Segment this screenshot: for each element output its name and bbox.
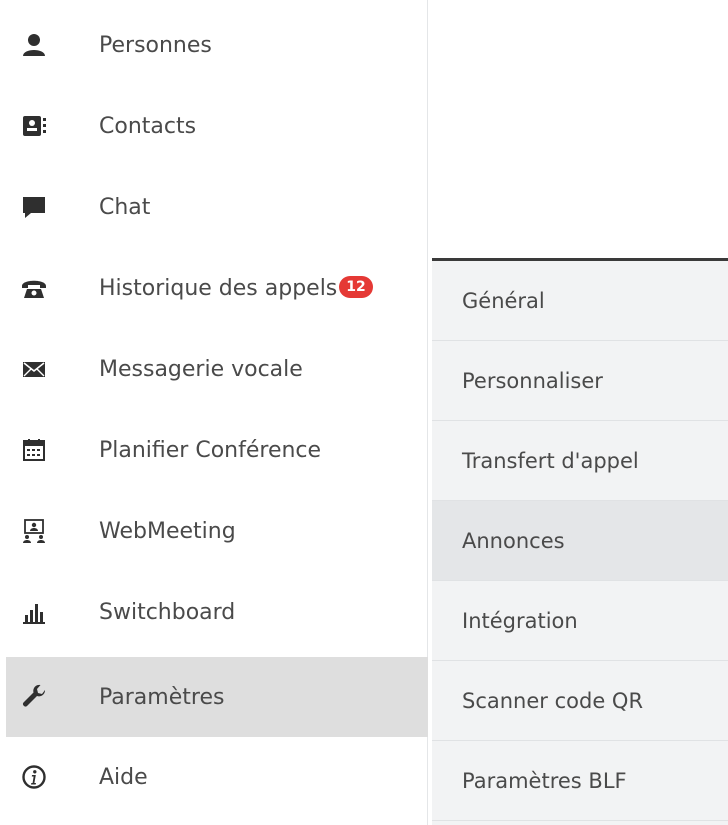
sidebar-nav: Personnes Contacts Chat Historique des a… xyxy=(0,0,428,825)
sidebar-item-label: Aide xyxy=(99,764,148,790)
submenu-item-scanner-qr[interactable]: Scanner code QR xyxy=(432,661,728,741)
envelope-icon xyxy=(20,355,48,383)
wrench-icon xyxy=(20,683,48,711)
chat-bubble-icon xyxy=(20,193,48,221)
bar-chart-icon xyxy=(20,598,48,626)
sidebar-item-parametres[interactable]: Paramètres xyxy=(6,657,428,737)
telephone-icon xyxy=(20,274,48,302)
submenu-item-integration[interactable]: Intégration xyxy=(432,581,728,661)
sidebar-item-contacts[interactable]: Contacts xyxy=(6,86,428,166)
submenu-item-transfert[interactable]: Transfert d'appel xyxy=(432,421,728,501)
sidebar-item-messagerie[interactable]: Messagerie vocale xyxy=(6,329,428,409)
sidebar-item-planifier[interactable]: Planifier Conférence xyxy=(6,410,428,490)
webmeeting-icon xyxy=(20,517,48,545)
sidebar-item-label: Paramètres xyxy=(99,684,225,710)
sidebar-item-label: Historique des appels 12 xyxy=(99,275,373,301)
sidebar-item-label: Planifier Conférence xyxy=(99,437,322,463)
sidebar-item-label: Chat xyxy=(99,194,151,220)
submenu-item-annonces[interactable]: Annonces xyxy=(432,501,728,581)
sidebar-item-chat[interactable]: Chat xyxy=(6,167,428,247)
person-icon xyxy=(20,31,48,59)
sidebar-item-aide[interactable]: Aide xyxy=(6,737,428,817)
sidebar-item-label: Personnes xyxy=(99,32,212,58)
submenu-item-blf[interactable]: Paramètres BLF xyxy=(432,741,728,821)
sidebar-item-switchboard[interactable]: Switchboard xyxy=(6,572,428,652)
sidebar-item-label: Messagerie vocale xyxy=(99,356,303,382)
missed-calls-badge: 12 xyxy=(339,275,373,298)
sidebar-item-historique[interactable]: Historique des appels 12 xyxy=(6,248,428,328)
sidebar-item-label: Contacts xyxy=(99,113,197,139)
address-book-icon xyxy=(20,112,48,140)
calendar-icon xyxy=(20,436,48,464)
sidebar-item-webmeeting[interactable]: WebMeeting xyxy=(6,491,428,571)
sidebar-item-label: Switchboard xyxy=(99,599,236,625)
submenu-item-general[interactable]: Général xyxy=(432,261,728,341)
sidebar-item-personnes[interactable]: Personnes xyxy=(6,5,428,85)
sidebar-item-label: WebMeeting xyxy=(99,518,236,544)
submenu-item-personnaliser[interactable]: Personnaliser xyxy=(432,341,728,421)
settings-submenu: Général Personnaliser Transfert d'appel … xyxy=(432,258,728,825)
info-icon xyxy=(20,763,48,791)
